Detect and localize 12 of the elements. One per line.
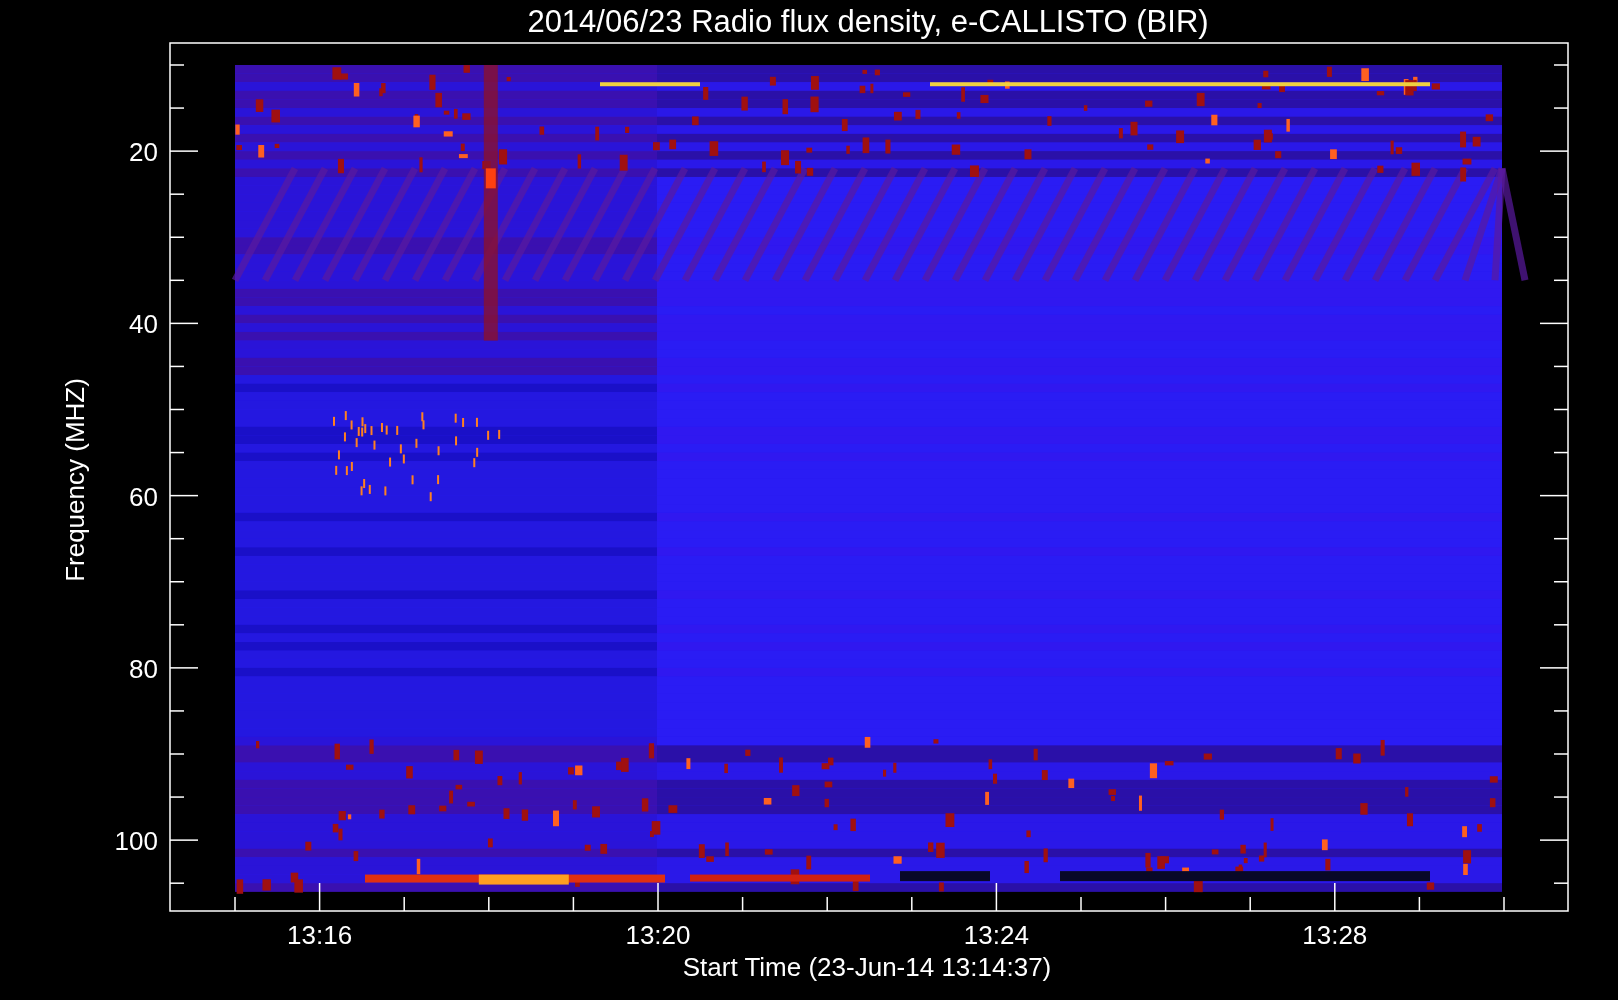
y-tick-label: 60 [129, 481, 158, 512]
x-axis-label: Start Time (23-Jun-14 13:14:37) [682, 952, 1052, 982]
y-tick-label: 40 [129, 309, 158, 340]
y-tick-label: 20 [129, 137, 158, 168]
x-tick-label: 13:20 [625, 920, 691, 950]
x-tick-label: 13:28 [1302, 920, 1368, 950]
x-tick-label: 13:16 [287, 920, 353, 950]
y-tick-label: 100 [114, 826, 158, 857]
y-axis-label: Frequency (MHZ) [60, 378, 90, 582]
x-tick-label: 13:24 [963, 920, 1029, 950]
y-tick-label: 80 [129, 653, 158, 684]
plot-title: 2014/06/23 Radio flux density, e-CALLISTO (BIR) [527, 4, 1209, 39]
